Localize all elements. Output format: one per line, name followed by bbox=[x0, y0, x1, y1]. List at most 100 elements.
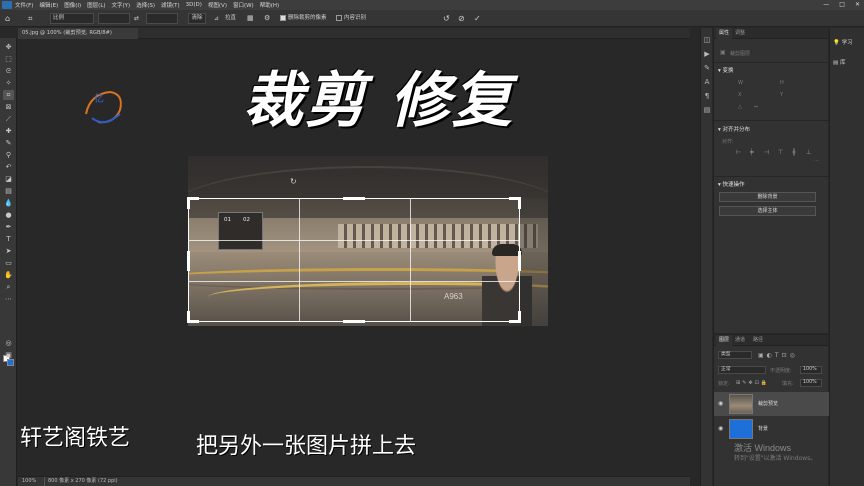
type-tool-icon[interactable]: T bbox=[3, 234, 14, 244]
tab-properties[interactable]: 属性 bbox=[716, 28, 733, 39]
layer-row[interactable]: ◉ 背景 bbox=[714, 417, 829, 441]
menu-layer[interactable]: 图层(L) bbox=[87, 1, 105, 9]
move-tool-icon[interactable]: ✥ bbox=[3, 42, 14, 52]
stamp-tool-icon[interactable]: ⚲ bbox=[3, 150, 14, 160]
tab-layers[interactable]: 图层 bbox=[716, 335, 733, 346]
crop-handle-bottom-right[interactable] bbox=[518, 311, 521, 323]
crop-handle-bottom[interactable] bbox=[343, 320, 365, 323]
menu-select[interactable]: 选择(S) bbox=[136, 1, 155, 9]
blur-tool-icon[interactable]: 💧 bbox=[3, 198, 14, 208]
photoshop-logo-icon[interactable] bbox=[2, 1, 12, 9]
straighten-icon[interactable]: ⊿ bbox=[214, 13, 219, 24]
crop-tool-icon[interactable]: ⌗ bbox=[28, 13, 33, 24]
more-options-icon[interactable]: ⋯ bbox=[814, 158, 819, 164]
document-dimensions[interactable]: 800 像素 x 270 像素 (72 ppi) bbox=[44, 477, 118, 486]
delete-cropped-option[interactable]: 删除裁剪的像素 bbox=[280, 13, 327, 24]
home-icon[interactable]: ⌂ bbox=[5, 13, 10, 24]
select-subject-button[interactable]: 选择主体 bbox=[719, 206, 816, 216]
quick-mask-icon[interactable]: ◎ bbox=[3, 338, 14, 348]
crop-box[interactable] bbox=[187, 197, 521, 323]
quick-actions-section-title[interactable]: ▾ 快速操作 bbox=[718, 180, 745, 188]
eraser-tool-icon[interactable]: ◪ bbox=[3, 174, 14, 184]
crop-handle-bottom-left[interactable] bbox=[187, 311, 190, 323]
align-right-icon[interactable]: ⊣ bbox=[764, 150, 770, 156]
glyphs-panel-icon[interactable]: ▤ bbox=[703, 106, 711, 114]
menu-3d[interactable]: 3D(D) bbox=[186, 2, 202, 8]
dodge-tool-icon[interactable]: ● bbox=[3, 210, 14, 220]
lasso-tool-icon[interactable]: ᘓ bbox=[3, 66, 14, 76]
pen-tool-icon[interactable]: ✒ bbox=[3, 222, 14, 232]
content-aware-option[interactable]: 内容识别 bbox=[336, 13, 366, 24]
actions-panel-icon[interactable]: ▶ bbox=[703, 50, 711, 58]
align-left-icon[interactable]: ⊢ bbox=[736, 150, 742, 156]
eyedropper-tool-icon[interactable]: ⟋ bbox=[3, 114, 14, 124]
menu-edit[interactable]: 编辑(E) bbox=[39, 1, 58, 9]
tab-adjustments[interactable]: 调整 bbox=[732, 28, 748, 39]
width-field[interactable] bbox=[98, 13, 130, 24]
frame-tool-icon[interactable]: ⊠ bbox=[3, 102, 14, 112]
rectangle-tool-icon[interactable]: ▭ bbox=[3, 258, 14, 268]
history-panel-icon[interactable]: ◫ bbox=[703, 36, 711, 44]
swap-icon[interactable]: ⇄ bbox=[134, 13, 139, 24]
zoom-level[interactable]: 100% bbox=[22, 477, 36, 486]
minimize-button[interactable]: — bbox=[823, 1, 829, 8]
zoom-tool-icon[interactable]: ⌕ bbox=[3, 282, 14, 292]
menu-filter[interactable]: 滤镜(T) bbox=[161, 1, 180, 9]
align-middle-icon[interactable]: ╫ bbox=[792, 150, 798, 156]
history-brush-tool-icon[interactable]: ↶ bbox=[3, 162, 14, 172]
crop-handle-top-left[interactable] bbox=[187, 197, 190, 209]
cancel-icon[interactable]: ⊘ bbox=[458, 13, 465, 24]
crop-handle-top[interactable] bbox=[343, 197, 365, 200]
visibility-eye-icon[interactable]: ◉ bbox=[718, 425, 723, 432]
visibility-eye-icon[interactable]: ◉ bbox=[718, 400, 723, 407]
layer-row[interactable]: ◉ 裁剪预览 bbox=[714, 392, 829, 416]
layer-filter-icons[interactable]: ▣◐T⊡◎ bbox=[758, 352, 798, 359]
menu-type[interactable]: 文字(Y) bbox=[112, 1, 131, 9]
marquee-tool-icon[interactable]: ⬚ bbox=[3, 54, 14, 64]
layer-name[interactable]: 背景 bbox=[758, 425, 768, 432]
paragraph-panel-icon[interactable]: ¶ bbox=[703, 92, 711, 100]
delete-cropped-checkbox[interactable] bbox=[280, 14, 286, 21]
crop-handle-left[interactable] bbox=[187, 251, 190, 271]
magic-wand-tool-icon[interactable]: ✧ bbox=[3, 78, 14, 88]
character-panel-icon[interactable]: A bbox=[703, 78, 711, 86]
reset-icon[interactable]: ↺ bbox=[443, 13, 450, 24]
height-field[interactable] bbox=[146, 13, 178, 24]
align-bottom-icon[interactable]: ⊥ bbox=[806, 150, 812, 156]
flip-icon[interactable]: ⇔ bbox=[754, 104, 758, 110]
remove-background-button[interactable]: 删除背景 bbox=[719, 192, 816, 202]
overlay-grid-icon[interactable]: ▦ bbox=[247, 13, 254, 24]
background-color-swatch[interactable] bbox=[7, 359, 14, 366]
menu-image[interactable]: 图像(I) bbox=[64, 1, 81, 9]
rotate-angle-icon[interactable]: △ bbox=[738, 104, 742, 110]
maximize-button[interactable]: □ bbox=[839, 1, 845, 8]
crop-handle-top-right[interactable] bbox=[518, 197, 521, 209]
close-button[interactable]: ✕ bbox=[855, 1, 860, 8]
straighten-label[interactable]: 拉直 bbox=[225, 13, 236, 24]
screen-mode-icon[interactable]: ▣ bbox=[3, 350, 14, 360]
brush-settings-icon[interactable]: ✎ bbox=[703, 64, 711, 72]
crop-handle-right[interactable] bbox=[518, 251, 521, 271]
menu-window[interactable]: 窗口(W) bbox=[233, 1, 254, 9]
layer-name[interactable]: 裁剪预览 bbox=[758, 400, 778, 407]
ratio-select[interactable]: 比例 bbox=[50, 13, 94, 24]
document-tab[interactable]: 05.jpg @ 100% (裁剪预览, RGB/8#) bbox=[18, 28, 138, 39]
menu-help[interactable]: 帮助(H) bbox=[260, 1, 279, 9]
menu-file[interactable]: 文件(F) bbox=[15, 1, 33, 9]
tab-channels[interactable]: 通道 bbox=[732, 335, 748, 346]
libraries-panel-tab[interactable]: ▤ 库 bbox=[833, 58, 845, 66]
align-section-title[interactable]: ▾ 对齐并分布 bbox=[718, 125, 750, 133]
path-selection-tool-icon[interactable]: ➤ bbox=[3, 246, 14, 256]
clear-button[interactable]: 清除 bbox=[188, 13, 206, 24]
brush-tool-icon[interactable]: ✎ bbox=[3, 138, 14, 148]
crop-tool-icon[interactable]: ⌗ bbox=[3, 90, 14, 100]
healing-brush-tool-icon[interactable]: ✚ bbox=[3, 126, 14, 136]
gradient-tool-icon[interactable]: ▤ bbox=[3, 186, 14, 196]
more-tools-icon[interactable]: ⋯ bbox=[3, 294, 14, 304]
layer-filter-select[interactable]: 类型 bbox=[718, 351, 752, 359]
transform-section-title[interactable]: ▾ 变换 bbox=[718, 66, 734, 74]
tab-paths[interactable]: 路径 bbox=[750, 335, 766, 346]
blend-mode-select[interactable]: 正常 bbox=[718, 366, 766, 374]
menu-view[interactable]: 视图(V) bbox=[208, 1, 227, 9]
opacity-field[interactable]: 100% bbox=[800, 366, 822, 374]
